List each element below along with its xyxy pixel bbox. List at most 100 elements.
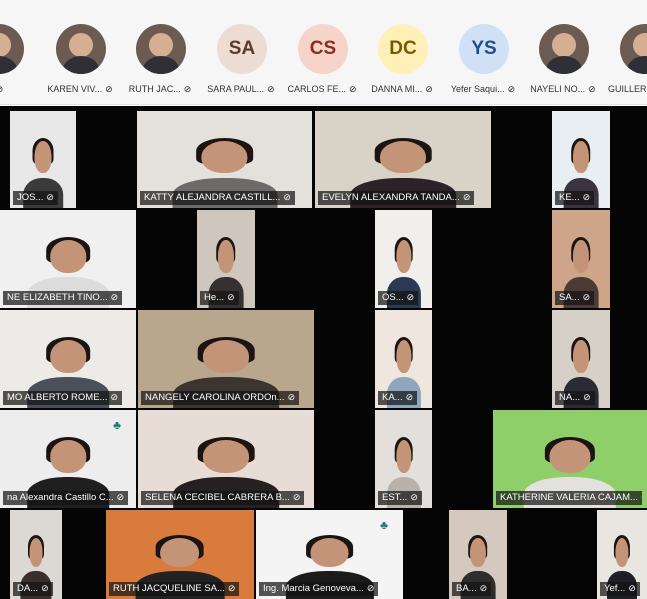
video-tile[interactable]: ♣ Ing. Marcia Genoveva... ⊘ <box>256 510 403 599</box>
mic-muted-icon: ⊘ <box>348 85 357 95</box>
video-tile[interactable]: EVELYN ALEXANDRA TANDA... ⊘ <box>315 111 491 208</box>
participant-name: RUTH JAC... <box>128 84 181 94</box>
participant-name: KAREN VIV... <box>47 84 103 94</box>
video-tile[interactable]: He... ⊘ <box>197 210 255 308</box>
video-tile[interactable]: SA... ⊘ <box>552 210 610 308</box>
participant-name: CARLOS FE... <box>287 84 346 94</box>
mic-muted-icon: ⊘ <box>583 393 591 403</box>
participant-name: NE ELIZABETH TINO... <box>7 292 108 303</box>
mic-muted-icon: ⊘ <box>287 393 296 403</box>
participant-name: NAYELI NO... <box>530 84 586 94</box>
participant-name: DANNA MI... <box>371 84 423 94</box>
mic-muted-icon: ⊘ <box>227 293 235 303</box>
mic-muted-icon: ⊘ <box>628 584 636 594</box>
participant-thumb[interactable]: NAYELI NO... ⊘ <box>523 0 603 104</box>
participant-thumb[interactable]: CS CARLOS FE... ⊘ <box>282 0 362 104</box>
participant-name: KE... <box>559 192 580 203</box>
leaf-logo-icon: ♣ <box>380 518 388 532</box>
avatar-initials: DC <box>378 24 428 74</box>
participant-name: SELENA CECIBEL CABRERA B... <box>145 492 290 503</box>
mic-muted-icon: ⊘ <box>462 193 471 203</box>
participant-name: EVELYN ALEXANDRA TANDA... <box>322 192 460 203</box>
avatar-initials: CS <box>298 24 348 74</box>
mic-muted-icon: ⊘ <box>641 491 642 505</box>
participant-name: BA... <box>456 583 477 594</box>
participant-name: NA... <box>559 392 581 403</box>
video-tile[interactable]: BA... ⊘ <box>449 510 507 599</box>
mic-muted-icon: ⊘ <box>227 584 236 594</box>
mic-muted-icon: ⊘ <box>292 493 301 503</box>
participant-strip: ⊘ KAREN VIV...⊘ RUTH JAC...⊘ SA SARA PAU… <box>0 0 647 105</box>
mic-muted-icon: ⊘ <box>0 85 3 95</box>
video-tile[interactable]: NE ELIZABETH TINO... ⊘ <box>0 210 136 308</box>
avatar <box>136 24 186 74</box>
participant-thumb[interactable]: DC DANNA MI... ⊘ <box>362 0 442 104</box>
video-tile[interactable]: KE... ⊘ <box>552 111 610 208</box>
participant-thumb[interactable]: SA SARA PAUL... ⊘ <box>201 0 281 104</box>
video-tile[interactable]: OS... ⊘ <box>375 210 432 308</box>
participant-thumb[interactable]: KAREN VIV... ⊘ <box>40 0 120 104</box>
video-tile[interactable]: MO ALBERTO ROME... ⊘ <box>0 310 136 408</box>
mic-muted-icon: ⊘ <box>507 85 516 95</box>
video-tile[interactable]: NA... ⊘ <box>552 310 610 408</box>
avatar <box>620 24 647 74</box>
participant-name: OS... <box>382 292 404 303</box>
mic-muted-icon: ⊘ <box>479 584 488 594</box>
avatar <box>0 24 24 74</box>
participant-thumb[interactable]: RUTH JAC... ⊘ <box>120 0 200 104</box>
video-tile[interactable]: RUTH JACQUELINE SA... ⊘ <box>106 510 254 599</box>
participant-thumb[interactable]: YS Yefer Saqui... ⊘ <box>443 0 523 104</box>
video-tile[interactable]: SELENA CECIBEL CABRERA B... ⊘ <box>138 410 314 508</box>
avatar-initials: YS <box>459 24 509 74</box>
video-tile[interactable]: Yef... ⊘ <box>597 510 647 599</box>
participant-name: SARA PAUL... <box>207 84 265 94</box>
mic-muted-icon: ⊘ <box>283 193 291 203</box>
mic-muted-icon: ⊘ <box>582 293 591 303</box>
avatar <box>56 24 106 74</box>
participant-name: Yef... <box>604 583 626 594</box>
mic-muted-icon: ⊘ <box>410 493 418 503</box>
mic-muted-icon: ⊘ <box>405 393 414 403</box>
video-tile[interactable]: KA... ⊘ <box>375 310 432 408</box>
participant-thumb[interactable]: ⊘ <box>0 0 38 104</box>
participant-name: KA... <box>382 392 403 403</box>
mic-muted-icon: ⊘ <box>406 293 415 303</box>
mic-muted-icon: ⊘ <box>110 293 119 303</box>
video-tile[interactable]: EST... ⊘ <box>375 410 432 508</box>
video-tile[interactable]: KATHERINE VALERIA CAJAM...⊘ <box>493 410 647 508</box>
mic-muted-icon: ⊘ <box>582 193 591 203</box>
video-tile[interactable]: DA... ⊘ <box>10 510 62 599</box>
mic-muted-icon: ⊘ <box>183 85 192 95</box>
mic-muted-icon: ⊘ <box>41 584 49 594</box>
participant-name: Ing. Marcia Genoveva... <box>263 583 364 594</box>
video-tile[interactable]: KATTY ALEJANDRA CASTILL... ⊘ <box>137 111 312 208</box>
avatar-initials: SA <box>217 24 267 74</box>
video-tile[interactable]: NANGELY CAROLINA ORDOn... ⊘ <box>138 310 314 408</box>
participant-name: GUILLERM <box>608 84 647 94</box>
participant-name: na Alexandra Castillo C... <box>7 492 114 503</box>
mic-muted-icon: ⊘ <box>588 85 596 95</box>
mic-muted-icon: ⊘ <box>366 584 375 594</box>
mic-muted-icon: ⊘ <box>425 85 433 95</box>
participant-thumb[interactable]: GUILLERM <box>604 0 647 104</box>
video-tile[interactable]: JOS... ⊘ <box>10 111 76 208</box>
video-grid: JOS... ⊘ KATTY ALEJANDRA CASTILL... ⊘ EVEL… <box>0 106 647 599</box>
participant-name: SA... <box>559 292 580 303</box>
video-tile[interactable]: ♣ na Alexandra Castillo C... ⊘ <box>0 410 136 508</box>
participant-name: EST... <box>382 492 408 503</box>
participant-name: RUTH JACQUELINE SA... <box>113 583 225 594</box>
leaf-logo-icon: ♣ <box>113 418 121 432</box>
mic-muted-icon: ⊘ <box>105 85 113 95</box>
mic-muted-icon: ⊘ <box>46 193 54 203</box>
participant-name: JOS... <box>17 192 44 203</box>
participant-name: KATHERINE VALERIA CAJAM... <box>500 492 638 503</box>
avatar <box>539 24 589 74</box>
participant-name: DA... <box>17 583 39 594</box>
mic-muted-icon: ⊘ <box>110 393 119 403</box>
participant-name: KATTY ALEJANDRA CASTILL... <box>144 192 281 203</box>
participant-name: MO ALBERTO ROME... <box>7 392 108 403</box>
participant-name: He... <box>204 292 225 303</box>
mic-muted-icon: ⊘ <box>267 85 275 95</box>
mic-muted-icon: ⊘ <box>116 493 125 503</box>
participant-name: NANGELY CAROLINA ORDOn... <box>145 392 285 403</box>
